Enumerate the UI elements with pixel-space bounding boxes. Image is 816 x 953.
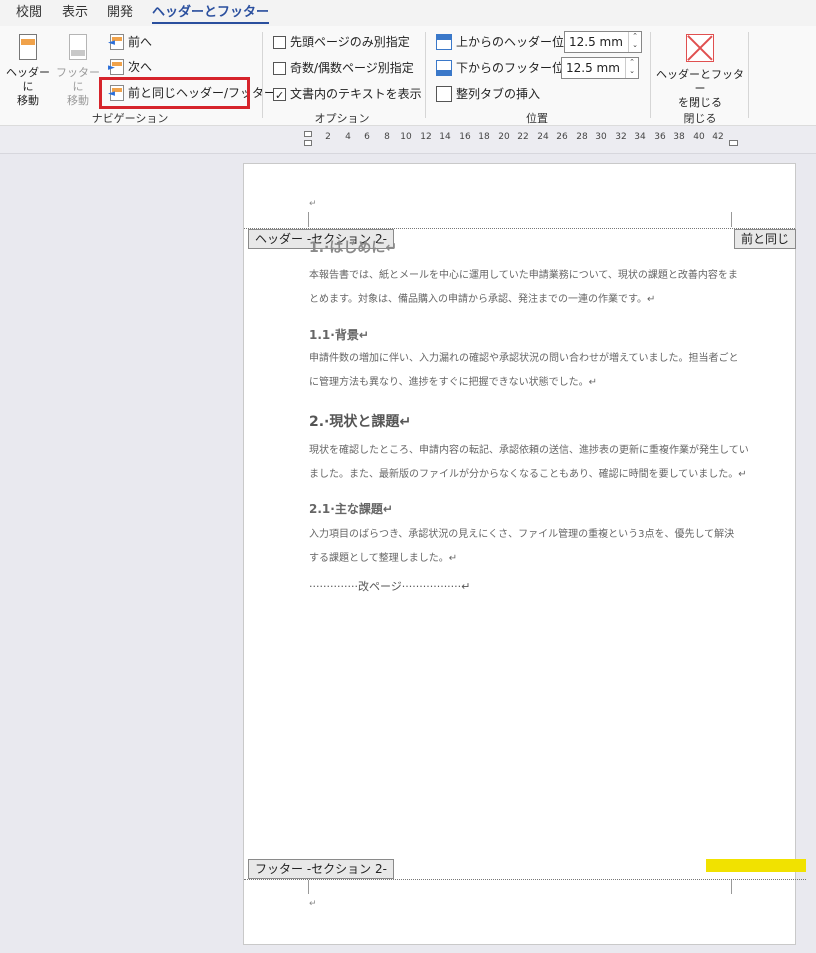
ruler-tick: 10 (400, 132, 412, 142)
left-indent-marker[interactable] (304, 140, 312, 146)
footer-position-input[interactable]: 12.5 mm ⌃ ⌄ (561, 57, 639, 79)
crop-mark (308, 212, 309, 227)
close-header-footer-button[interactable]: ヘッダーとフッター を閉じる (656, 34, 744, 110)
ruler-tick: 18 (478, 132, 490, 142)
right-indent-marker[interactable] (729, 140, 738, 146)
close-header-footer-label: ヘッダーとフッター を閉じる (656, 68, 744, 109)
header-from-top-label: 上からのヘッダー位置: (456, 35, 581, 49)
separator (425, 32, 426, 118)
navigation-group-label: ナビゲーション (91, 112, 169, 125)
previous-label: 前へ (128, 35, 153, 49)
show-document-text-option[interactable]: 文書内のテキストを表示 (273, 84, 422, 106)
heading-2-1[interactable]: 2.1·主な課題↵ (309, 500, 393, 517)
separator (262, 32, 263, 118)
ruler-tick: 4 (345, 132, 351, 142)
next-icon: ► (108, 59, 124, 75)
ruler-tick: 36 (654, 132, 666, 142)
previous-icon: ◄ (108, 34, 124, 50)
ruler-tick: 26 (556, 132, 568, 142)
footer-page-icon (67, 34, 89, 62)
header-position-value: 12.5 mm (569, 35, 623, 49)
ruler-tick: 24 (537, 132, 549, 142)
show-document-text-checkbox[interactable] (273, 86, 286, 106)
close-icon (686, 34, 714, 62)
footer-from-bottom-control: 下からのフッター位置: (436, 58, 580, 78)
show-document-text-label: 文書内のテキストを表示 (290, 87, 422, 101)
ruler-tick: 12 (420, 132, 432, 142)
ruler-tick: 42 (712, 132, 724, 142)
spin-arrows-icon[interactable]: ⌃ ⌄ (625, 58, 638, 78)
crop-mark (731, 212, 732, 227)
alignment-tab-icon (436, 86, 452, 102)
header-position-icon (436, 34, 452, 50)
close-group-label: 閉じる (683, 112, 717, 125)
tab-view[interactable]: 表示 (62, 4, 88, 24)
footer-position-value: 12.5 mm (566, 61, 620, 75)
tab-header-footer[interactable]: ヘッダーとフッター (152, 4, 270, 24)
goto-header-button[interactable]: ヘッダーに 移動 (4, 34, 52, 108)
tab-developer[interactable]: 開発 (107, 4, 133, 24)
heading-1-1[interactable]: 1.1·背景↵ (309, 326, 369, 343)
paragraph-1[interactable]: 本報告書では、紙とメールを中心に運用していた申請業務について、現状の課題と改善内… (309, 264, 739, 312)
ruler-tick: 30 (595, 132, 607, 142)
horizontal-ruler[interactable]: 2 4 6 8 10 12 14 16 18 20 22 24 26 28 30… (304, 131, 740, 147)
heading-1[interactable]: 1.·はじめに↵ (309, 237, 397, 257)
tab-review[interactable]: 校閲 (16, 4, 42, 24)
spin-arrows-icon[interactable]: ⌃ ⌄ (628, 32, 641, 52)
next-button[interactable]: ► 次へ (108, 57, 153, 77)
insert-alignment-tab-label: 整列タブの挿入 (456, 87, 541, 101)
header-page-icon (17, 34, 39, 62)
first-line-indent-marker[interactable] (304, 131, 312, 137)
different-first-page-label: 先頭ページのみ別指定 (290, 35, 410, 49)
goto-footer-button[interactable]: フッターに 移動 (56, 34, 100, 108)
separator (748, 32, 749, 118)
position-group-label: 位置 (526, 112, 548, 125)
ribbon-tabs: 校閲 表示 開発 ヘッダーとフッター (0, 0, 816, 26)
insert-alignment-tab-button[interactable]: 整列タブの挿入 (436, 84, 540, 104)
same-as-previous-tag: 前と同じ (734, 229, 797, 249)
paragraph-3[interactable]: 現状を確認したところ、申請内容の転記、承認依頼の送信、進捗表の更新に重複作業が発… (309, 439, 749, 487)
different-odd-even-option[interactable]: 奇数/偶数ページ別指定 (273, 58, 414, 78)
ruler-tick: 8 (384, 132, 390, 142)
ruler-tick: 34 (634, 132, 646, 142)
ruler-tick: 32 (615, 132, 627, 142)
footer-section-tag: フッター -セクション 2- (248, 859, 394, 879)
previous-button[interactable]: ◄ 前へ (108, 32, 153, 52)
header-position-input[interactable]: 12.5 mm ⌃ ⌄ (564, 31, 642, 53)
ruler-tick: 38 (673, 132, 685, 142)
paragraph-2[interactable]: 申請件数の増加に伴い、入力漏れの確認や承認状況の問い合わせが増えていました。担当… (309, 347, 739, 395)
next-label: 次へ (128, 60, 153, 74)
ruler-tick: 6 (364, 132, 370, 142)
different-odd-even-label: 奇数/偶数ページ別指定 (290, 61, 414, 75)
header-from-top-control: 上からのヘッダー位置: (436, 32, 580, 52)
separator (650, 32, 651, 118)
ruler-tick: 28 (576, 132, 588, 142)
yellow-highlight (706, 859, 806, 872)
paragraph-4[interactable]: 入力項目のばらつき、承認状況の見えにくさ、ファイル管理の重複という3点を、優先し… (309, 523, 739, 571)
ruler-tick: 14 (439, 132, 451, 142)
page-break: ··············改ページ·················↵ (309, 580, 471, 593)
ruler-tick: 16 (459, 132, 471, 142)
footer-position-icon (436, 60, 452, 76)
goto-footer-label: フッターに 移動 (56, 66, 100, 107)
crop-mark (731, 880, 732, 894)
ruler-tick: 20 (498, 132, 510, 142)
ruler-tick: 22 (517, 132, 529, 142)
goto-header-label: ヘッダーに 移動 (6, 66, 50, 107)
ruler-tick: 40 (693, 132, 705, 142)
ruler-tick: 2 (325, 132, 331, 142)
highlight-box (99, 77, 250, 109)
ribbon: ヘッダーに 移動 フッターに 移動 ◄ 前へ ► 次へ ◄ 前と同じヘッダー/フ… (0, 26, 816, 126)
crop-mark (308, 880, 309, 894)
footer-paragraph-mark: ↵ (309, 899, 317, 909)
different-first-page-option[interactable]: 先頭ページのみ別指定 (273, 32, 410, 52)
footer-boundary (244, 879, 806, 880)
different-first-page-checkbox[interactable] (273, 35, 286, 49)
options-group-label: オプション (314, 112, 370, 125)
different-odd-even-checkbox[interactable] (273, 61, 286, 75)
header-paragraph-mark: ↵ (309, 199, 317, 209)
heading-2[interactable]: 2.·現状と課題↵ (309, 411, 411, 431)
